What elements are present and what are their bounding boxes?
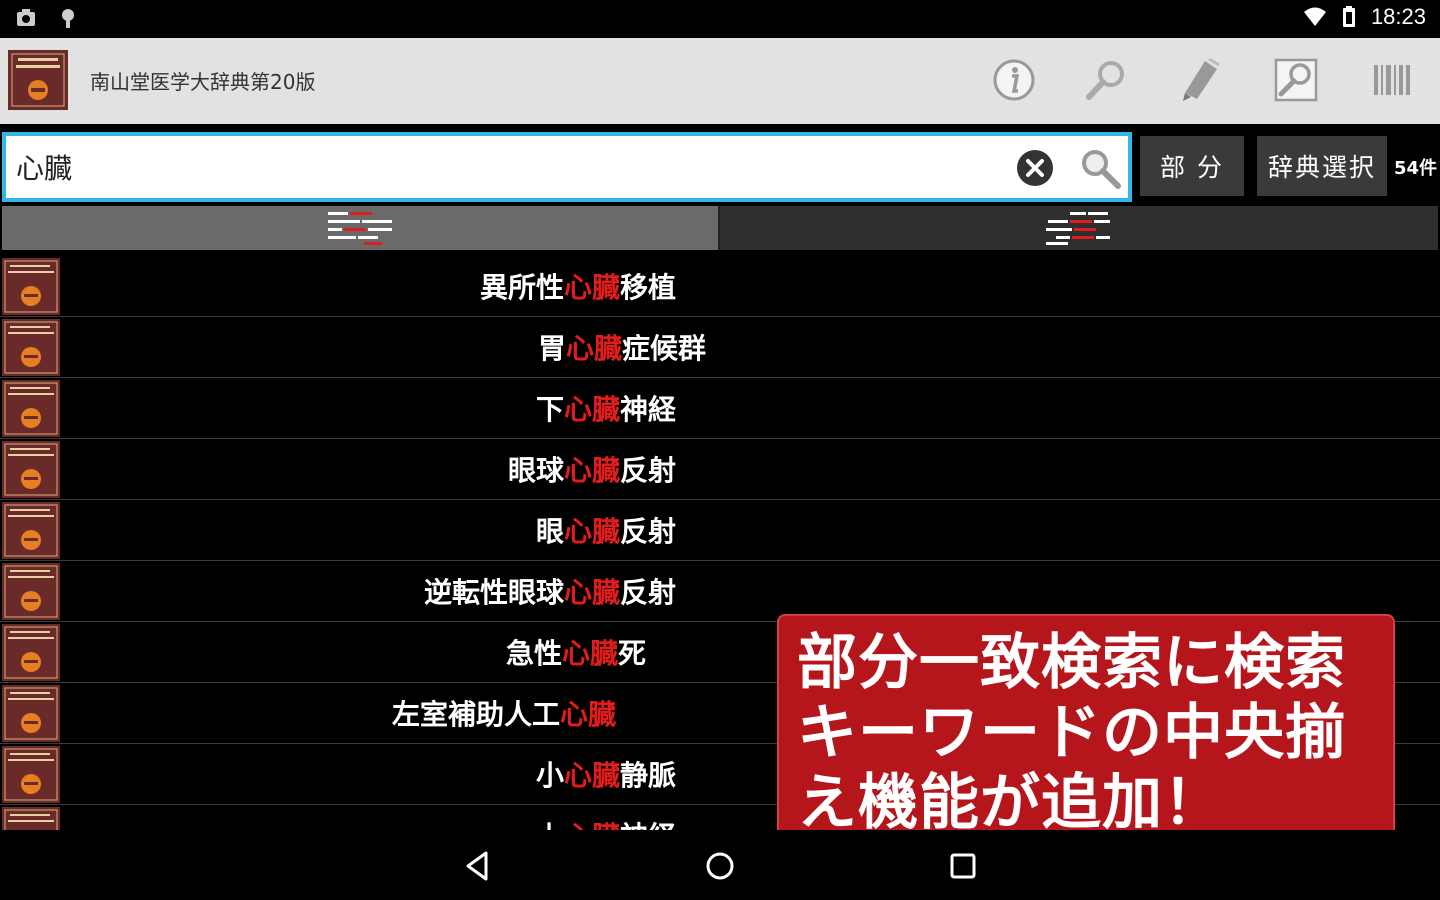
search-icon — [1086, 61, 1124, 100]
image-notification-icon — [17, 9, 35, 26]
item-keyword: 心臓 — [563, 576, 620, 609]
list-item[interactable]: 下心臓神経 — [0, 378, 1440, 439]
promo-line-2: キーワードの中央揃 — [797, 698, 1346, 768]
item-keyword: 心臓 — [565, 332, 622, 365]
dictionary-thumbnail-icon — [2, 685, 60, 742]
tab-align-center[interactable] — [2, 206, 720, 250]
clear-icon[interactable] — [1016, 149, 1054, 187]
clock: 18:23 — [1370, 4, 1426, 29]
dictionary-thumbnail-icon — [2, 319, 60, 376]
align-right-icon — [1046, 212, 1110, 245]
alignment-tabs — [2, 206, 1438, 250]
dictionary-thumbnail-icon — [2, 624, 60, 681]
info-icon — [993, 59, 1035, 101]
search-input[interactable] — [16, 146, 996, 188]
item-keyword: 心臓 — [563, 454, 620, 487]
item-prefix: 逆転性眼球 — [423, 576, 564, 609]
recent-apps-icon[interactable] — [945, 848, 981, 884]
search-button[interactable] — [1082, 56, 1130, 104]
item-keyword: 心臓 — [561, 637, 618, 670]
item-suffix: 反射 — [619, 515, 676, 548]
align-center-icon — [328, 212, 392, 245]
feature-promo-banner: 部分一致検索に検索 キーワードの中央揃 え機能が追加！ — [777, 614, 1395, 852]
info-button[interactable] — [990, 56, 1038, 104]
item-prefix: 上 — [536, 820, 564, 830]
item-keyword: 心臓 — [563, 271, 620, 304]
item-suffix: 反射 — [619, 454, 676, 487]
wifi-icon — [1303, 7, 1326, 26]
navigation-bar — [0, 830, 1440, 900]
tab-align-right[interactable] — [720, 206, 1438, 250]
item-keyword: 心臓 — [563, 393, 620, 426]
item-suffix: 神経 — [620, 820, 676, 830]
item-suffix: 症候群 — [621, 332, 706, 365]
action-bar: 南山堂医学大辞典第20版 — [0, 38, 1440, 124]
item-prefix: 眼球 — [507, 454, 564, 487]
list-item[interactable]: 逆転性眼球心臓反射 — [0, 561, 1440, 622]
barcode-icon — [1374, 65, 1410, 95]
item-suffix: 反射 — [619, 576, 676, 609]
android-notification-icon — [62, 9, 74, 28]
item-prefix: 下 — [535, 393, 564, 426]
promo-line-1: 部分一致検索に検索 — [797, 628, 1346, 698]
dictionary-thumbnail-icon — [2, 502, 60, 559]
item-keyword: 心臓 — [564, 820, 620, 830]
item-keyword: 心臓 — [563, 759, 620, 792]
item-prefix: 小 — [535, 759, 564, 792]
item-keyword: 心臓 — [563, 515, 620, 548]
item-suffix: 静脈 — [619, 759, 676, 792]
list-item[interactable]: 眼心臓反射 — [0, 500, 1440, 561]
item-keyword: 心臓 — [559, 698, 616, 731]
status-bar: 18:23 — [0, 0, 1440, 38]
app-logo[interactable] — [8, 50, 68, 110]
dictionary-select-button[interactable]: 辞典選択 — [1257, 136, 1387, 196]
list-item[interactable]: 眼球心臓反射 — [0, 439, 1440, 500]
zoom-search-button[interactable] — [1272, 56, 1320, 104]
item-prefix: 左室補助人工 — [391, 698, 560, 731]
marker-icon — [1183, 57, 1220, 101]
item-suffix: 死 — [617, 637, 646, 670]
dictionary-thumbnail-icon — [2, 380, 60, 437]
search-row: 部 分 辞典選択 54件 — [0, 124, 1440, 206]
back-icon[interactable] — [460, 848, 496, 884]
dictionary-thumbnail-icon — [2, 563, 60, 620]
promo-line-3: え機能が追加！ — [797, 768, 1224, 838]
item-suffix: 神経 — [619, 393, 676, 426]
dictionary-thumbnail-icon — [2, 441, 60, 498]
marker-button[interactable] — [1176, 56, 1224, 104]
list-item[interactable]: 異所性心臓移植 — [0, 256, 1440, 317]
list-item[interactable]: 胃心臓症候群 — [0, 317, 1440, 378]
home-icon[interactable] — [702, 848, 738, 884]
search-submit-icon[interactable] — [1078, 146, 1122, 190]
partial-match-button[interactable]: 部 分 — [1140, 136, 1244, 196]
dictionary-thumbnail-icon — [2, 807, 60, 830]
dictionary-thumbnail-icon — [2, 258, 60, 315]
battery-icon — [1342, 6, 1355, 27]
search-box — [2, 132, 1132, 202]
item-suffix: 移植 — [619, 271, 676, 304]
item-prefix: 急性 — [505, 637, 562, 670]
item-prefix: 胃 — [537, 332, 566, 365]
zoom-search-icon — [1274, 58, 1318, 102]
app-title: 南山堂医学大辞典第20版 — [90, 70, 316, 94]
dictionary-thumbnail-icon — [2, 746, 60, 803]
item-prefix: 眼 — [535, 515, 564, 548]
item-prefix: 異所性 — [479, 271, 564, 304]
result-count: 54件 — [1394, 158, 1438, 179]
barcode-button[interactable] — [1368, 56, 1416, 104]
